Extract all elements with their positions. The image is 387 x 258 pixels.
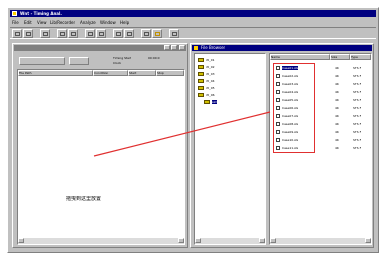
annotation-arrow-line	[93, 111, 271, 157]
annotation-arrow	[93, 111, 271, 157]
